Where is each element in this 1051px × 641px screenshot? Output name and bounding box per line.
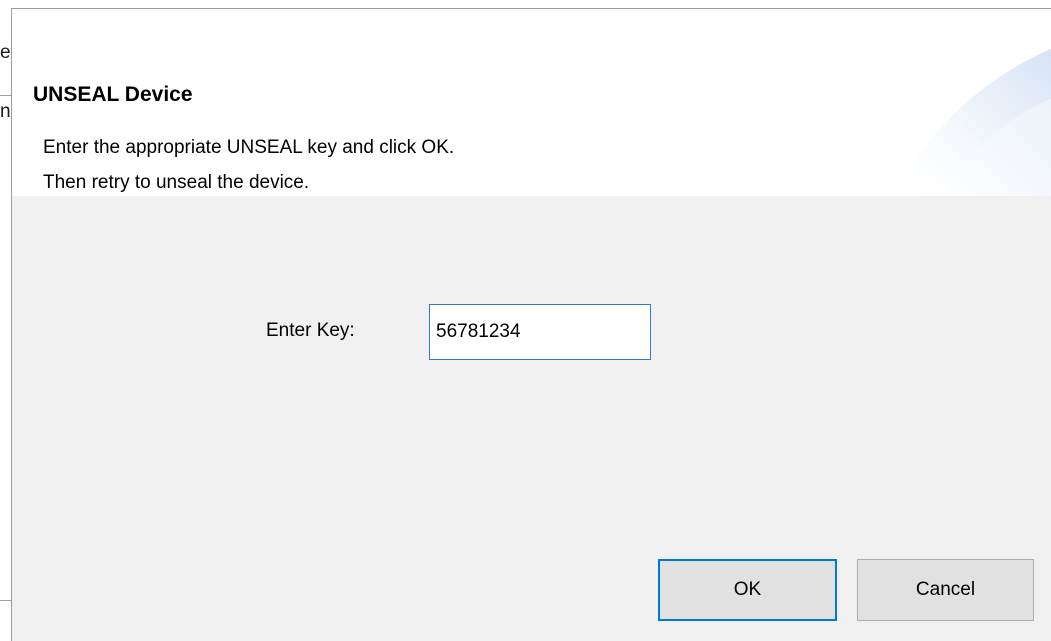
unseal-dialog: UNSEAL Device Enter the appropriate UNSE… xyxy=(11,8,1051,641)
background-divider xyxy=(0,95,11,96)
enter-key-label: Enter Key: xyxy=(266,320,355,341)
background-text-fragment-top: e xyxy=(0,42,11,63)
dialog-description-line-2: Then retry to unseal the device. xyxy=(43,172,310,193)
header-decoration-graphic xyxy=(891,49,1051,196)
ok-button[interactable]: OK xyxy=(658,559,837,621)
unseal-key-input[interactable] xyxy=(429,304,651,360)
background-text-fragment-bottom: n xyxy=(0,101,11,122)
dialog-header: UNSEAL Device Enter the appropriate UNSE… xyxy=(12,9,1051,196)
cancel-button[interactable]: Cancel xyxy=(857,559,1034,621)
background-divider-bottom xyxy=(0,600,11,601)
dialog-title: UNSEAL Device xyxy=(33,83,193,106)
dialog-description-line-1: Enter the appropriate UNSEAL key and cli… xyxy=(43,137,455,158)
screen: e n UNSEAL Device Enter the appropriate … xyxy=(0,0,1051,641)
